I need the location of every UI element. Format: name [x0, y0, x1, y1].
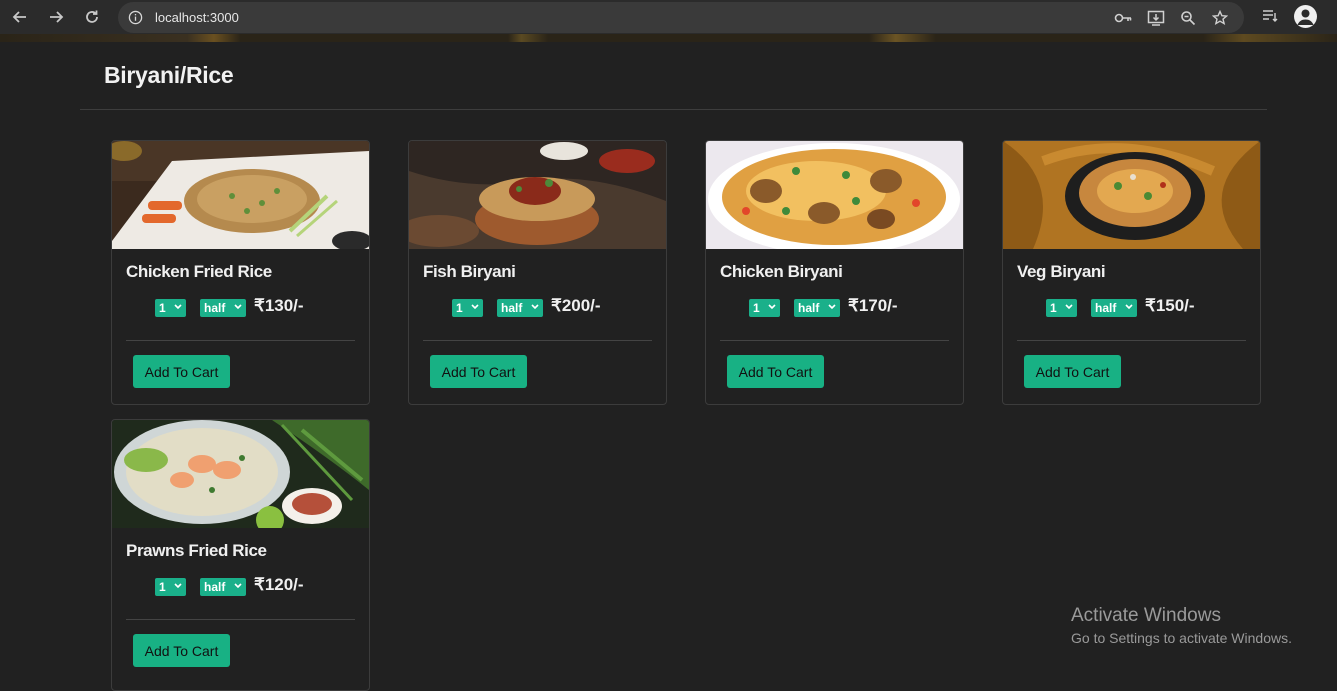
size-value: half — [204, 580, 226, 594]
card-divider — [720, 340, 949, 341]
install-app-icon[interactable] — [1145, 7, 1167, 29]
quantity-value: 1 — [1050, 301, 1057, 315]
food-image — [409, 141, 666, 249]
back-icon[interactable] — [8, 5, 32, 29]
quantity-value: 1 — [753, 301, 760, 315]
size-select[interactable]: half — [497, 299, 543, 317]
food-image — [1003, 141, 1260, 249]
bookmark-star-icon[interactable] — [1209, 7, 1231, 29]
browser-toolbar: localhost:3000 — [0, 0, 1337, 34]
chevron-down-icon — [174, 304, 182, 310]
card-divider — [1017, 340, 1246, 341]
quantity-select[interactable]: 1 — [1046, 299, 1077, 317]
card-divider — [423, 340, 652, 341]
food-image — [112, 420, 369, 528]
size-value: half — [798, 301, 820, 315]
size-value: half — [501, 301, 523, 315]
quantity-value: 1 — [159, 580, 166, 594]
reload-icon[interactable] — [80, 5, 104, 29]
size-value: half — [1095, 301, 1117, 315]
reading-list-icon[interactable] — [1259, 5, 1281, 27]
forward-icon[interactable] — [44, 5, 68, 29]
menu-card: Veg Biryani 1 half ₹150/- Add To Cart — [1002, 140, 1261, 405]
size-select[interactable]: half — [200, 578, 246, 596]
item-name: Prawns Fried Rice — [126, 541, 267, 560]
add-to-cart-button[interactable]: Add To Cart — [727, 355, 824, 388]
watermark-subtitle: Go to Settings to activate Windows. — [1071, 630, 1292, 646]
menu-card: Fish Biryani 1 half ₹200/- Add To Cart — [408, 140, 667, 405]
header-image-strip — [0, 34, 1337, 42]
add-to-cart-button[interactable]: Add To Cart — [1024, 355, 1121, 388]
food-image — [112, 141, 369, 249]
item-name: Chicken Biryani — [720, 262, 843, 281]
item-price: ₹150/- — [1145, 296, 1195, 315]
watermark-title: Activate Windows — [1071, 605, 1221, 626]
activate-windows-watermark: Activate Windows Go to Settings to activ… — [1071, 605, 1292, 646]
item-name: Veg Biryani — [1017, 262, 1106, 281]
card-divider — [126, 619, 355, 620]
menu-card: Chicken Biryani 1 half ₹170/- Add To Car… — [705, 140, 964, 405]
page-title: Biryani/Rice — [104, 62, 234, 88]
quantity-value: 1 — [159, 301, 166, 315]
address-bar[interactable]: localhost:3000 — [118, 2, 1244, 33]
url-text[interactable]: localhost:3000 — [155, 10, 239, 25]
item-price: ₹200/- — [551, 296, 601, 315]
password-key-icon[interactable] — [1112, 7, 1134, 29]
item-price: ₹120/- — [254, 575, 304, 594]
site-info-icon[interactable] — [127, 9, 143, 25]
chevron-down-icon — [174, 583, 182, 589]
chevron-down-icon — [1065, 304, 1073, 310]
item-price: ₹130/- — [254, 296, 304, 315]
add-to-cart-button[interactable]: Add To Cart — [133, 634, 230, 667]
chevron-down-icon — [234, 304, 242, 310]
add-to-cart-button[interactable]: Add To Cart — [133, 355, 230, 388]
chevron-down-icon — [1125, 304, 1133, 310]
card-divider — [126, 340, 355, 341]
quantity-select[interactable]: 1 — [155, 578, 186, 596]
chevron-down-icon — [768, 304, 776, 310]
chevron-down-icon — [234, 583, 242, 589]
chevron-down-icon — [828, 304, 836, 310]
food-image — [706, 141, 963, 249]
quantity-select[interactable]: 1 — [155, 299, 186, 317]
quantity-value: 1 — [456, 301, 463, 315]
add-to-cart-button[interactable]: Add To Cart — [430, 355, 527, 388]
zoom-icon[interactable] — [1177, 7, 1199, 29]
quantity-select[interactable]: 1 — [749, 299, 780, 317]
size-select[interactable]: half — [200, 299, 246, 317]
menu-card: Chicken Fried Rice 1 half ₹130/- Add To … — [111, 140, 370, 405]
profile-avatar-icon[interactable] — [1294, 5, 1317, 28]
title-divider — [80, 109, 1267, 110]
item-name: Chicken Fried Rice — [126, 262, 272, 281]
chevron-down-icon — [471, 304, 479, 310]
item-name: Fish Biryani — [423, 262, 516, 281]
size-select[interactable]: half — [1091, 299, 1137, 317]
menu-card: Prawns Fried Rice 1 half ₹120/- Add To C… — [111, 419, 370, 691]
quantity-select[interactable]: 1 — [452, 299, 483, 317]
size-select[interactable]: half — [794, 299, 840, 317]
item-price: ₹170/- — [848, 296, 898, 315]
size-value: half — [204, 301, 226, 315]
chevron-down-icon — [531, 304, 539, 310]
